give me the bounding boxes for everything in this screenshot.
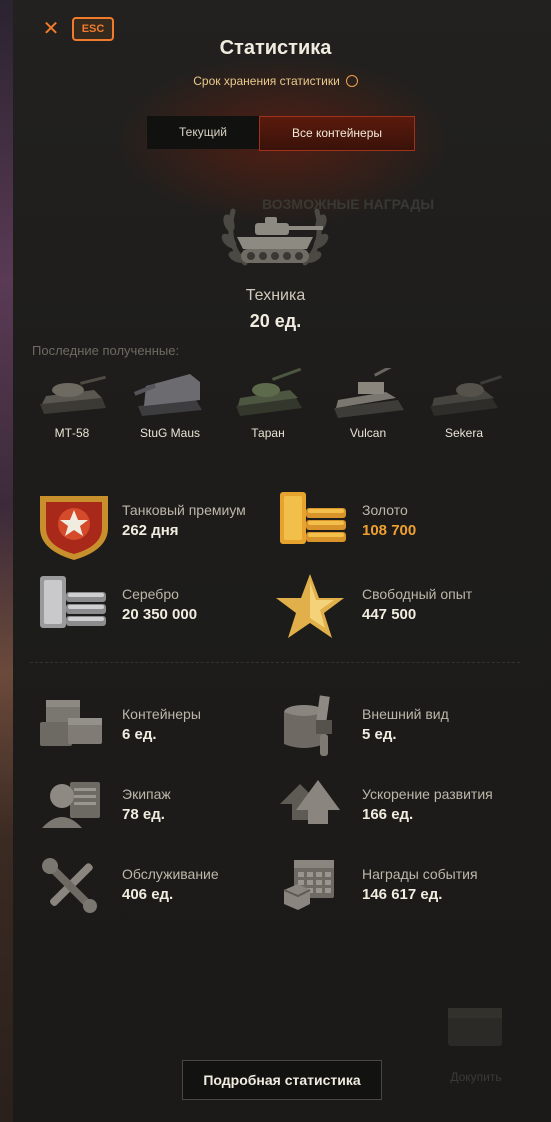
customization-label: Внешний вид bbox=[362, 706, 449, 722]
silver-label: Серебро bbox=[122, 586, 179, 602]
customization-icon bbox=[276, 692, 352, 768]
detailed-stats-button[interactable]: Подробная статистика bbox=[182, 1060, 382, 1100]
boost-icon bbox=[276, 772, 352, 848]
recent-tank-item[interactable]: StuG Maus bbox=[125, 368, 215, 440]
tank-premium-value: 262 дня bbox=[122, 522, 179, 539]
event-rewards-label: Награды события bbox=[362, 866, 478, 882]
tab-all-containers[interactable]: Все контейнеры bbox=[259, 116, 415, 151]
tank-icon bbox=[134, 374, 202, 416]
tank-name: Таран bbox=[251, 426, 285, 440]
recent-tank-item[interactable]: Таран bbox=[223, 368, 313, 440]
container-icon-faded bbox=[444, 1000, 506, 1050]
tab-current[interactable]: Текущий bbox=[147, 116, 259, 149]
free-xp-label: Свободный опыт bbox=[362, 586, 473, 602]
containers-label: Контейнеры bbox=[122, 706, 201, 722]
silver-value: 20 350 000 bbox=[122, 606, 198, 623]
maintenance-value: 406 ед. bbox=[122, 886, 174, 903]
recent-tank-item[interactable]: Sekera bbox=[419, 368, 509, 440]
maintenance-icon bbox=[36, 852, 112, 928]
tank-name: Sekera bbox=[444, 426, 484, 440]
recent-label: Последние полученные: bbox=[32, 343, 180, 358]
containers-value: 6 ед. bbox=[122, 726, 157, 743]
tank-premium-icon bbox=[36, 488, 112, 564]
boost-value: 166 ед. bbox=[362, 806, 414, 823]
free-xp-value: 447 500 bbox=[362, 606, 417, 623]
clock-icon bbox=[345, 74, 358, 87]
tank-laurel-icon bbox=[215, 193, 335, 283]
tank-icon bbox=[40, 375, 106, 414]
containers-icon bbox=[36, 692, 112, 768]
tank-name: МТ-58 bbox=[54, 426, 90, 440]
storage-period-info[interactable]: Срок хранения статистики bbox=[0, 74, 551, 88]
maintenance-label: Обслуживание bbox=[122, 866, 219, 882]
gold-label: Золото bbox=[362, 502, 408, 518]
storage-period-label: Срок хранения статистики bbox=[193, 74, 340, 88]
vehicles-label: Техника bbox=[245, 287, 306, 304]
gold-icon bbox=[276, 488, 352, 564]
tab-bar: Текущий Все контейнеры bbox=[147, 116, 415, 151]
section-divider bbox=[30, 662, 520, 663]
page-title: Статистика bbox=[219, 37, 332, 59]
gold-value: 108 700 bbox=[362, 522, 417, 539]
tank-icon bbox=[430, 375, 502, 416]
tank-name: StuG Maus bbox=[139, 426, 201, 440]
tank-name: Vulcan bbox=[349, 426, 387, 440]
crew-icon bbox=[36, 772, 112, 848]
boost-label: Ускорение развития bbox=[362, 786, 493, 802]
tank-icon bbox=[334, 368, 404, 418]
recent-tank-item[interactable]: Vulcan bbox=[323, 368, 413, 440]
tank-premium-label: Танковый премиум bbox=[122, 502, 246, 518]
background-left-strip bbox=[0, 0, 13, 1122]
crew-value: 78 ед. bbox=[122, 806, 165, 823]
silver-icon bbox=[36, 572, 112, 648]
free-xp-icon bbox=[276, 572, 352, 648]
event-rewards-value: 146 617 ед. bbox=[362, 886, 443, 903]
tank-icon bbox=[236, 368, 302, 416]
crew-label: Экипаж bbox=[122, 786, 171, 802]
event-rewards-icon bbox=[276, 852, 352, 928]
vehicles-count: 20 ед. bbox=[249, 311, 302, 331]
buy-more-link[interactable]: Докупить bbox=[446, 1070, 506, 1084]
customization-value: 5 ед. bbox=[362, 726, 397, 743]
recent-tank-item[interactable]: МТ-58 bbox=[27, 368, 117, 440]
